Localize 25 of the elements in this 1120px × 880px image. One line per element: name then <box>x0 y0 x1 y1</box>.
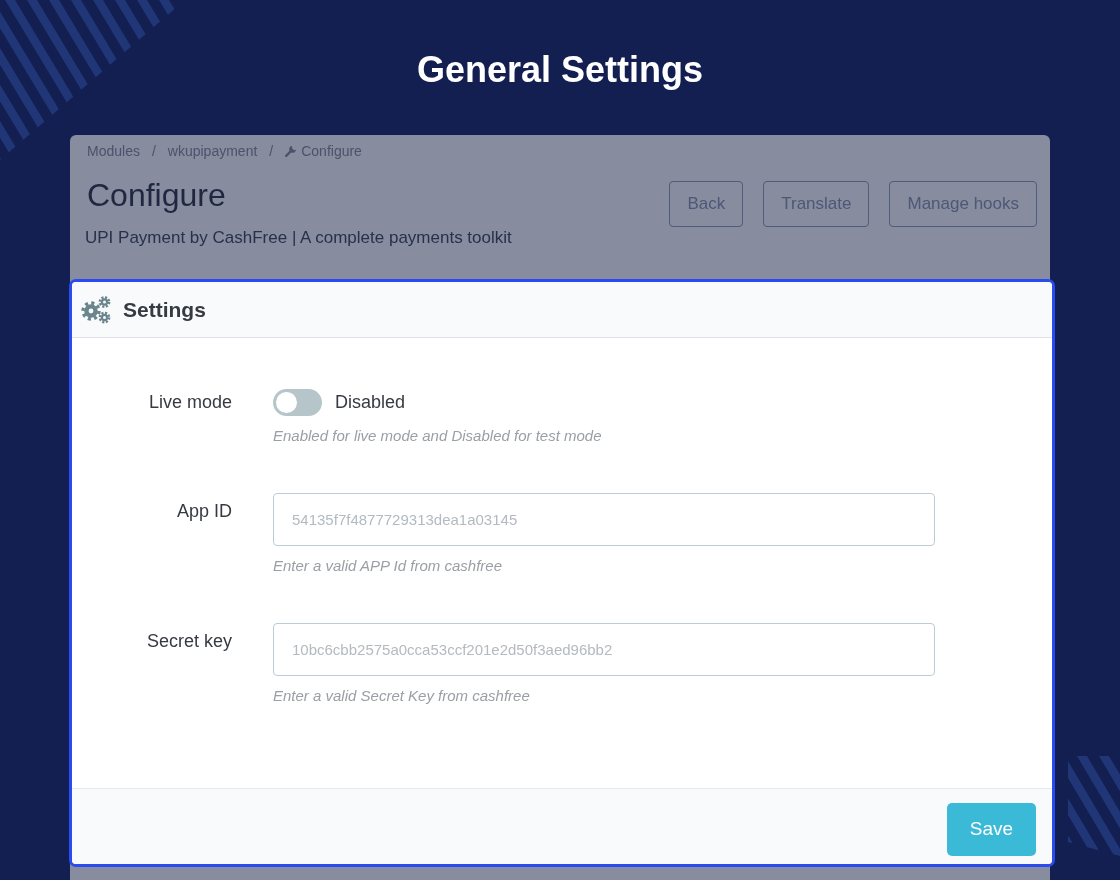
field-label: Secret key <box>146 630 232 653</box>
text-input[interactable]: 54135f7f4877729313dea1a03145 <box>273 493 935 546</box>
switch-state-label: Disabled <box>335 391 406 414</box>
toggle-switch[interactable] <box>273 389 322 416</box>
text-input[interactable]: 10bc6cbb2575a0cca53ccf201e2d50f3aed96bb2 <box>273 623 935 676</box>
breadcrumb-separator: / <box>151 142 156 161</box>
toolbar-button[interactable]: Back <box>669 181 744 227</box>
gears-icon <box>81 295 111 324</box>
save-button[interactable]: Save <box>947 803 1036 856</box>
breadcrumb-link[interactable]: Modules <box>87 141 140 161</box>
wrench-icon <box>285 145 298 157</box>
field-label: Live mode <box>148 391 232 414</box>
page-heading: Configure <box>87 176 226 215</box>
help-text: Enter a valid APP Id from cashfree <box>273 556 502 576</box>
toolbar-button[interactable]: Translate <box>763 181 870 227</box>
help-text: Enabled for live mode and Disabled for test mode <box>273 426 602 446</box>
breadcrumb-current: Configure <box>301 142 362 161</box>
field-label: App ID <box>176 500 232 523</box>
breadcrumb-separator: / <box>269 142 274 161</box>
module-description: UPI Payment by CashFree | A complete payments toolkit <box>85 227 512 249</box>
card-title: Settings <box>123 296 206 323</box>
help-text: Enter a valid Secret Key from cashfree <box>273 686 530 706</box>
toolbar-button[interactable]: Manage hooks <box>889 181 1037 227</box>
page-title: General Settings <box>416 48 704 92</box>
breadcrumb-link[interactable]: wkupipayment <box>167 141 258 161</box>
